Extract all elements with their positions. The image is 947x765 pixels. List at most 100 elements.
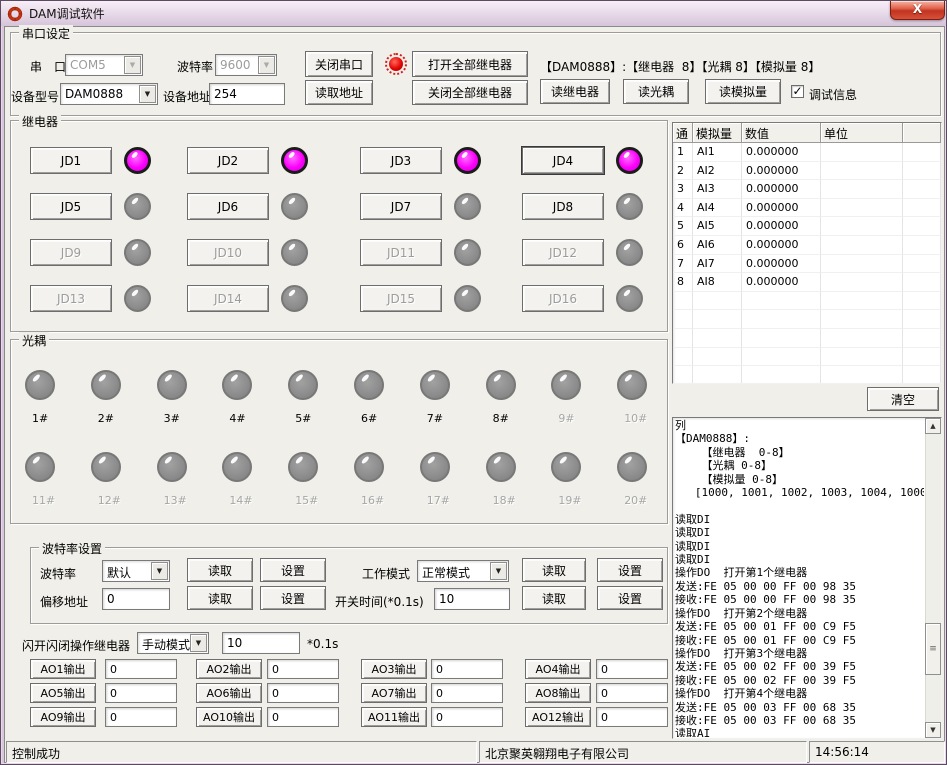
close-serial-button[interactable]: 关闭串口 (305, 51, 373, 77)
relay-button-jd11[interactable]: JD11 (360, 239, 442, 266)
offset-set-button[interactable]: 设置 (260, 586, 326, 610)
ao-output-button-3[interactable]: AO3输出 (361, 659, 427, 679)
open-all-relays-button[interactable]: 打开全部继电器 (412, 51, 528, 77)
relay-button-jd10[interactable]: JD10 (187, 239, 269, 266)
work-mode-set-button[interactable]: 设置 (597, 558, 663, 582)
read-analog-button[interactable]: 读模拟量 (705, 79, 781, 104)
analog-table-row[interactable]: 2AI20.000000 (673, 162, 941, 181)
log-scrollbar[interactable]: ▲ ≡ ▼ (925, 418, 941, 738)
ao-output-field-2[interactable] (267, 659, 339, 679)
analog-table-cell: 5 (673, 217, 693, 236)
work-mode-read-button[interactable]: 读取 (522, 558, 586, 582)
analog-table-cell (903, 162, 941, 181)
ao-output-field-11[interactable] (431, 707, 503, 727)
app-window: DAM调试软件 X 串口设定 串 口 COM5 ▼ 波特率 9600 ▼ 关闭串… (0, 0, 947, 765)
baud-set-button[interactable]: 设置 (260, 558, 326, 582)
read-address-button[interactable]: 读取地址 (305, 80, 373, 105)
ao-output-field-7[interactable] (431, 683, 503, 703)
offset-address-field[interactable] (102, 588, 170, 610)
ao-output-button-6[interactable]: AO6输出 (196, 683, 262, 703)
ao-output-button-9[interactable]: AO9输出 (30, 707, 96, 727)
switch-time-field[interactable] (434, 588, 510, 610)
ao-output-button-1[interactable]: AO1输出 (30, 659, 96, 679)
ao-output-field-12[interactable] (596, 707, 668, 727)
ao-output-button-2[interactable]: AO2输出 (196, 659, 262, 679)
device-address-field[interactable] (209, 83, 285, 105)
ao-output-field-8[interactable] (596, 683, 668, 703)
close-all-relays-button[interactable]: 关闭全部继电器 (412, 80, 528, 105)
relay-button-jd5[interactable]: JD5 (30, 193, 112, 220)
ao-output-button-12[interactable]: AO12输出 (525, 707, 591, 727)
switch-time-read-button[interactable]: 读取 (522, 586, 586, 610)
device-model-select[interactable]: DAM0888 ▼ (60, 83, 158, 105)
read-opto-button[interactable]: 读光耦 (623, 79, 689, 104)
analog-table-row[interactable]: 1AI10.000000 (673, 143, 941, 162)
analog-table-header-cell[interactable]: 通 (673, 123, 693, 143)
relay-cell: JD8 (522, 193, 672, 221)
scroll-down-icon[interactable]: ▼ (925, 722, 941, 738)
analog-table-row[interactable]: 5AI50.000000 (673, 217, 941, 236)
opto-channel-label: 16# (361, 494, 384, 507)
flash-time-field[interactable] (222, 632, 300, 654)
relay-button-jd16[interactable]: JD16 (522, 285, 604, 312)
relay-led-off (616, 285, 643, 312)
relay-button-jd7[interactable]: JD7 (360, 193, 442, 220)
clear-button[interactable]: 清空 (867, 387, 939, 411)
analog-table-row[interactable]: 7AI70.000000 (673, 255, 941, 274)
opto-led-off (486, 370, 516, 400)
ao-output-button-11[interactable]: AO11输出 (361, 707, 427, 727)
ao-output-field-3[interactable] (431, 659, 503, 679)
baud-select[interactable]: 9600 ▼ (215, 54, 277, 76)
analog-table-row[interactable]: 4AI40.000000 (673, 199, 941, 218)
relay-button-jd8[interactable]: JD8 (522, 193, 604, 220)
relay-button-jd1[interactable]: JD1 (30, 147, 112, 174)
debug-log-panel[interactable]: 列 【DAM0888】: 【继电器 0-8】 【光耦 0-8】 【模拟量 0-8… (672, 417, 942, 739)
relay-button-jd13[interactable]: JD13 (30, 285, 112, 312)
ao-output-button-10[interactable]: AO10输出 (196, 707, 262, 727)
flash-mode-select[interactable]: 手动模式 ▼ (137, 632, 209, 654)
relay-button-jd15[interactable]: JD15 (360, 285, 442, 312)
read-relays-button[interactable]: 读继电器 (540, 79, 610, 104)
scroll-up-icon[interactable]: ▲ (925, 418, 941, 434)
offset-read-button[interactable]: 读取 (187, 586, 253, 610)
scrollbar-thumb[interactable]: ≡ (925, 623, 941, 675)
ao-output-field-1[interactable] (105, 659, 177, 679)
flash-operate-label: 闪开闪闭操作继电器 (22, 637, 130, 654)
baud-setting-select[interactable]: 默认 ▼ (102, 560, 170, 582)
analog-table-header-cell[interactable] (903, 123, 941, 143)
flash-mode-value: 手动模式 (142, 636, 190, 653)
ao-output-button-4[interactable]: AO4输出 (525, 659, 591, 679)
ao-output-field-6[interactable] (267, 683, 339, 703)
relay-button-jd14[interactable]: JD14 (187, 285, 269, 312)
close-button[interactable]: X (890, 1, 945, 20)
baud-read-button[interactable]: 读取 (187, 558, 253, 582)
work-mode-select[interactable]: 正常模式 ▼ (417, 560, 509, 582)
analog-table-row[interactable]: 6AI60.000000 (673, 236, 941, 255)
analog-table-header-cell[interactable]: 模拟量 (693, 123, 742, 143)
serial-status-led (385, 53, 407, 75)
ao-output-field-5[interactable] (105, 683, 177, 703)
com-port-select[interactable]: COM5 ▼ (65, 54, 143, 76)
relay-button-jd3[interactable]: JD3 (360, 147, 442, 174)
analog-table-row[interactable]: 3AI30.000000 (673, 180, 941, 199)
ao-output-field-10[interactable] (267, 707, 339, 727)
analog-table-header-cell[interactable]: 单位 (821, 123, 903, 143)
relay-button-jd12[interactable]: JD12 (522, 239, 604, 266)
relay-button-jd2[interactable]: JD2 (187, 147, 269, 174)
analog-table-cell (742, 329, 821, 348)
ao-output-button-8[interactable]: AO8输出 (525, 683, 591, 703)
analog-table-header-cell[interactable]: 数值 (742, 123, 821, 143)
opto-led-off (25, 370, 55, 400)
relay-button-jd4[interactable]: JD4 (522, 147, 604, 174)
switch-time-set-button[interactable]: 设置 (597, 586, 663, 610)
debug-info-checkbox[interactable]: ✓ (791, 85, 804, 98)
relay-button-jd6[interactable]: JD6 (187, 193, 269, 220)
relay-button-jd9[interactable]: JD9 (30, 239, 112, 266)
ao-output-button-7[interactable]: AO7输出 (361, 683, 427, 703)
ao-output-field-9[interactable] (105, 707, 177, 727)
ao-output-field-4[interactable] (596, 659, 668, 679)
analog-table-row[interactable]: 8AI80.000000 (673, 273, 941, 292)
analog-table-cell: 1 (673, 143, 693, 162)
title-bar[interactable]: DAM调试软件 X (1, 1, 946, 26)
ao-output-button-5[interactable]: AO5输出 (30, 683, 96, 703)
